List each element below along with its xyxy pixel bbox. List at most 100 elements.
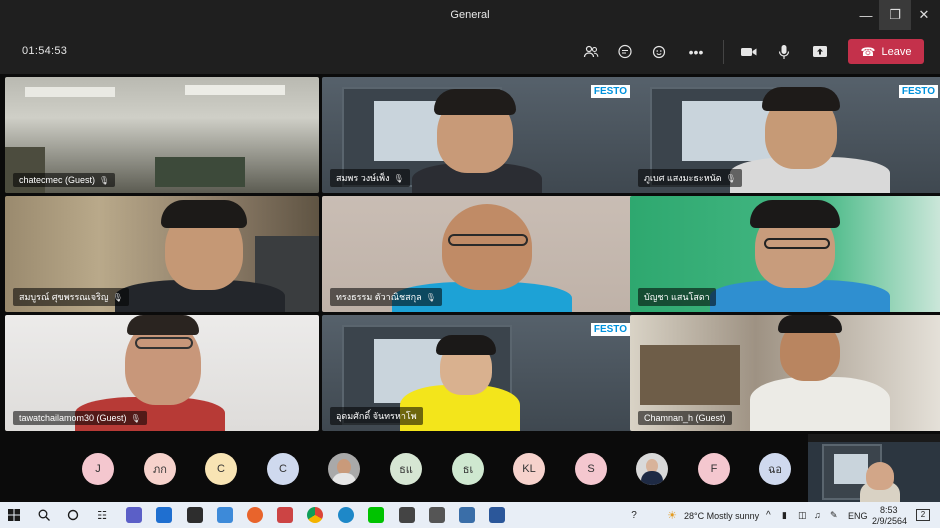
cortana-icon[interactable] bbox=[63, 505, 83, 525]
battery-icon[interactable]: ▮ bbox=[782, 510, 787, 521]
tray-chevron-icon[interactable]: ^ bbox=[766, 510, 771, 521]
participant-name-tag: tawatchailamom30 (Guest) 🎙 bbox=[13, 411, 147, 425]
festo-logo: FESTO bbox=[898, 85, 938, 98]
video-tile[interactable]: Chamnan_h (Guest) bbox=[630, 315, 940, 431]
restore-icon[interactable]: ❐ bbox=[879, 0, 911, 30]
chat-icon[interactable] bbox=[614, 41, 636, 63]
roster-avatar[interactable]: KL bbox=[513, 453, 545, 485]
mic-icon: 🎙 bbox=[99, 175, 110, 185]
participants-icon[interactable] bbox=[580, 41, 602, 63]
participant-name-tag: ทรงธรรม ตัวาณิชสกุล 🎙 bbox=[330, 288, 442, 306]
participant-face bbox=[442, 204, 532, 290]
participant-glasses bbox=[764, 238, 830, 249]
roster-avatar-photo[interactable] bbox=[636, 453, 668, 485]
roster-avatar[interactable]: ฉอ bbox=[759, 453, 791, 485]
taskbar: ☷ ? ☀ 28°C Mostly sunny ^ ▮ ◫ ♫ ✎ ENG 8:… bbox=[0, 502, 940, 528]
roster-avatar-photo[interactable] bbox=[328, 453, 360, 485]
chrome-app-icon[interactable] bbox=[307, 507, 323, 523]
roster-avatar[interactable]: ภก bbox=[144, 453, 176, 485]
app-icon[interactable] bbox=[217, 507, 233, 523]
participant-hair bbox=[161, 200, 247, 228]
window-title: General bbox=[450, 9, 490, 21]
task-view-icon[interactable]: ☷ bbox=[92, 505, 112, 525]
video-tile[interactable]: ทรงธรรม ตัวาณิชสกุล 🎙 bbox=[322, 196, 636, 312]
participant-hair bbox=[778, 315, 842, 333]
notifications-icon[interactable]: 2 bbox=[916, 509, 930, 521]
weather-text[interactable]: 28°C Mostly sunny bbox=[684, 511, 759, 521]
video-tile[interactable]: tawatchailamom30 (Guest) 🎙 bbox=[5, 315, 319, 431]
word-app-icon[interactable] bbox=[489, 507, 505, 523]
app-icon[interactable] bbox=[429, 507, 445, 523]
participant-name-tag: ภูเบศ แสงมะธะหนัด 🎙 bbox=[638, 169, 742, 187]
participant-name-tag: สมบูรณ์ ศุขพรรณเจริญ 🎙 bbox=[13, 288, 129, 306]
roster-avatar[interactable]: F bbox=[698, 453, 730, 485]
line-app-icon[interactable] bbox=[368, 507, 384, 523]
video-tile[interactable]: สมบูรณ์ ศุขพรรณเจริญ 🎙 bbox=[5, 196, 319, 312]
network-icon[interactable]: ◫ bbox=[798, 510, 807, 521]
participant-hair bbox=[762, 87, 840, 111]
minimize-icon[interactable]: — bbox=[850, 0, 882, 30]
mic-icon: 🎙 bbox=[112, 292, 123, 302]
video-tile[interactable]: FESTO สมพร วงษ์เพ็ง 🎙 bbox=[322, 77, 636, 193]
roster-avatar[interactable]: C bbox=[205, 453, 237, 485]
app-icon[interactable] bbox=[277, 507, 293, 523]
reactions-icon[interactable] bbox=[649, 41, 671, 63]
participant-glasses bbox=[448, 234, 528, 246]
close-icon[interactable]: ✕ bbox=[908, 0, 940, 30]
roster-avatar[interactable]: J bbox=[82, 453, 114, 485]
pen-icon[interactable]: ✎ bbox=[830, 510, 838, 521]
video-tile[interactable]: chatecmec (Guest) 🎙 bbox=[5, 77, 319, 193]
festo-logo: FESTO bbox=[590, 323, 630, 336]
help-icon[interactable]: ? bbox=[624, 505, 644, 525]
mic-icon: 🎙 bbox=[425, 292, 436, 302]
mail-app-icon[interactable] bbox=[156, 507, 172, 523]
windows-start-icon[interactable] bbox=[4, 505, 24, 525]
meeting-timer: 01:54:53 bbox=[22, 45, 68, 57]
teams-app-icon[interactable] bbox=[126, 507, 142, 523]
firefox-app-icon[interactable] bbox=[247, 507, 263, 523]
participant-hair bbox=[436, 335, 496, 355]
roster-avatar[interactable]: ธแ bbox=[390, 453, 422, 485]
ceiling-light bbox=[25, 87, 115, 97]
leave-button[interactable]: ☎ Leave bbox=[848, 39, 924, 64]
video-tile[interactable]: บัญชา แสนโสดา bbox=[630, 196, 940, 312]
volume-icon[interactable]: ♫ bbox=[814, 510, 821, 520]
microphone-icon[interactable] bbox=[773, 41, 795, 63]
clock-time[interactable]: 8:53 bbox=[880, 505, 898, 515]
participant-name-tag: chatecmec (Guest) 🎙 bbox=[13, 173, 116, 187]
share-screen-icon[interactable] bbox=[809, 41, 831, 63]
participant-body bbox=[750, 377, 890, 431]
room-equipment bbox=[155, 157, 245, 187]
participant-roster: J ภก C C ธแ ธเ KL S F ฉอ bbox=[0, 434, 940, 502]
roster-avatar[interactable]: S bbox=[575, 453, 607, 485]
store-app-icon[interactable] bbox=[187, 507, 203, 523]
video-tile[interactable]: FESTO ภูเบศ แสงมะธะหนัด 🎙 bbox=[630, 77, 940, 193]
participant-name-tag: สมพร วงษ์เพ็ง 🎙 bbox=[330, 169, 410, 187]
meeting-toolbar: 01:54:53 ••• ☎ Leave bbox=[0, 30, 940, 74]
search-icon[interactable] bbox=[34, 505, 54, 525]
mic-icon: 🎙 bbox=[393, 173, 404, 183]
roster-avatar[interactable]: ธเ bbox=[452, 453, 484, 485]
mic-icon: 🎙 bbox=[725, 173, 736, 183]
mic-icon: 🎙 bbox=[130, 413, 141, 423]
ceiling-light bbox=[185, 85, 285, 95]
festo-logo: FESTO bbox=[590, 85, 630, 98]
camera-icon[interactable] bbox=[738, 41, 760, 63]
weather-icon: ☀ bbox=[667, 509, 677, 522]
leave-label: Leave bbox=[881, 45, 912, 58]
participant-name-tag: บัญชา แสนโสดา bbox=[638, 288, 716, 306]
participant-face bbox=[866, 462, 894, 490]
roster-avatar[interactable]: C bbox=[267, 453, 299, 485]
participant-hair bbox=[127, 315, 199, 335]
app-icon[interactable] bbox=[399, 507, 415, 523]
participant-name-tag: Chamnan_h (Guest) bbox=[638, 411, 732, 425]
language-indicator[interactable]: ENG bbox=[848, 511, 868, 521]
participant-name-tag: อุดมศักดิ์ จันทรหาโพ bbox=[330, 407, 423, 425]
more-options-icon[interactable]: ••• bbox=[685, 41, 707, 63]
video-tile[interactable]: FESTO อุดมศักดิ์ จันทรหาโพ bbox=[322, 315, 636, 431]
app-icon[interactable] bbox=[459, 507, 475, 523]
clock-date[interactable]: 2/9/2564 bbox=[872, 516, 907, 526]
room-equipment bbox=[640, 345, 740, 405]
self-view-video[interactable] bbox=[808, 434, 940, 502]
edge-app-icon[interactable] bbox=[338, 507, 354, 523]
